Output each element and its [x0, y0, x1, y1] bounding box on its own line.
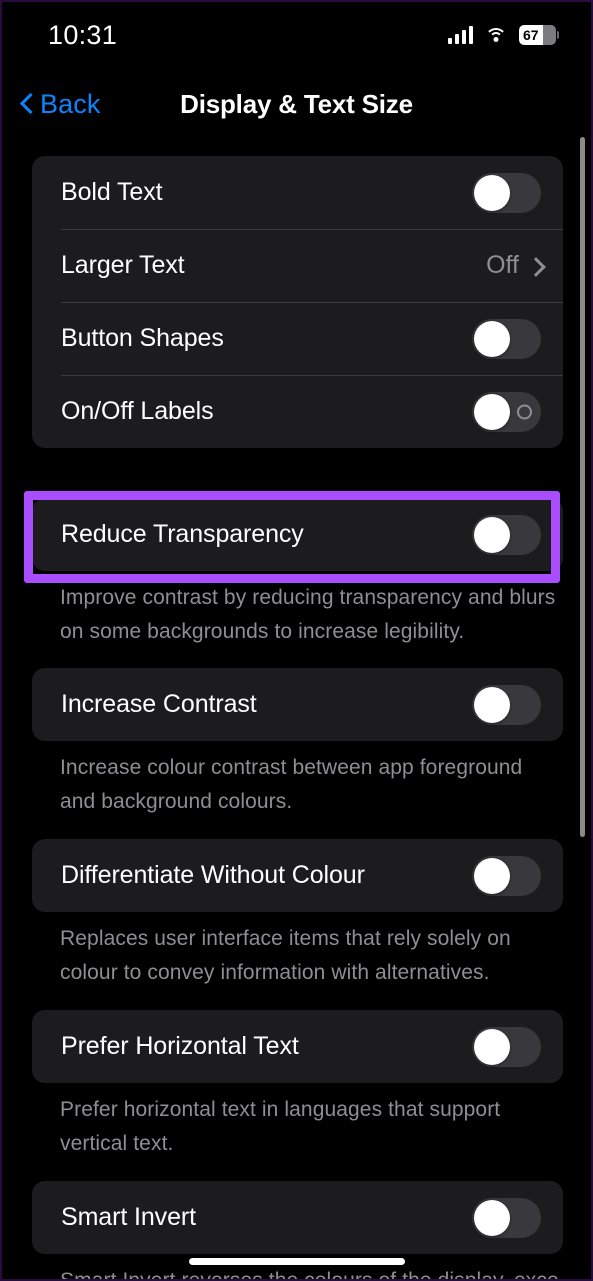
chevron-left-icon	[20, 92, 35, 117]
battery-percent-label: 67	[523, 27, 539, 43]
toggle-bold-text[interactable]	[472, 172, 541, 213]
row-label: On/Off Labels	[61, 397, 214, 425]
row-bold-text[interactable]: Bold Text	[32, 156, 563, 229]
settings-group-increase-contrast: Increase Contrast	[32, 668, 563, 741]
toggle-reduce-transparency[interactable]	[472, 514, 541, 555]
row-label: Bold Text	[61, 178, 163, 206]
footnote-increase-contrast: Increase colour contrast between app for…	[60, 756, 523, 813]
back-button[interactable]: Back	[20, 76, 100, 132]
row-accessory: Off	[486, 251, 541, 280]
row-prefer-horizontal-text[interactable]: Prefer Horizontal Text	[32, 1010, 563, 1083]
row-differentiate-without-colour[interactable]: Differentiate Without Colour	[32, 839, 563, 912]
row-label: Increase Contrast	[61, 690, 257, 718]
settings-group-differentiate-without-colour: Differentiate Without Colour	[32, 839, 563, 912]
status-bar: 10:31 67	[2, 2, 591, 68]
toggle-off-glyph-icon	[517, 404, 532, 419]
toggle-differentiate-without-colour[interactable]	[472, 855, 541, 896]
row-increase-contrast[interactable]: Increase Contrast	[32, 668, 563, 741]
toggle-increase-contrast[interactable]	[472, 684, 541, 725]
status-bar-indicators: 67	[447, 25, 559, 45]
row-button-shapes[interactable]: Button Shapes	[32, 302, 563, 375]
status-bar-clock: 10:31	[48, 19, 118, 50]
row-smart-invert[interactable]: Smart Invert	[32, 1181, 563, 1254]
settings-list[interactable]: Bold Text Larger Text Off Button Shapes …	[2, 132, 591, 1279]
home-indicator[interactable]	[188, 1258, 405, 1265]
settings-group-reduce-transparency: Reduce Transparency	[32, 498, 563, 571]
battery-icon: 67	[519, 25, 559, 45]
toggle-button-shapes[interactable]	[472, 318, 541, 359]
row-label: Larger Text	[61, 251, 185, 279]
footnote-prefer-horizontal-text: Prefer horizontal text in languages that…	[60, 1098, 501, 1155]
row-label: Prefer Horizontal Text	[61, 1032, 299, 1060]
row-label: Reduce Transparency	[61, 520, 304, 548]
row-larger-text[interactable]: Larger Text Off	[32, 229, 563, 302]
row-label: Differentiate Without Colour	[61, 861, 365, 889]
toggle-on-off-labels[interactable]	[472, 391, 541, 432]
row-reduce-transparency[interactable]: Reduce Transparency	[32, 498, 563, 571]
settings-group-smart-invert: Smart Invert	[32, 1181, 563, 1254]
row-label: Button Shapes	[61, 324, 224, 352]
wifi-icon	[485, 27, 507, 44]
row-on-off-labels[interactable]: On/Off Labels	[32, 375, 563, 448]
row-value: Off	[486, 251, 519, 279]
footnote-reduce-transparency: Improve contrast by reducing transparenc…	[60, 586, 556, 643]
row-label: Smart Invert	[61, 1203, 196, 1231]
toggle-smart-invert[interactable]	[472, 1197, 541, 1238]
vertical-scrollbar[interactable]	[580, 137, 585, 837]
back-button-label: Back	[40, 88, 101, 119]
navigation-bar: Display & Text Size Back	[2, 76, 591, 132]
footnote-differentiate-without-colour: Replaces user interface items that rely …	[60, 927, 511, 984]
footnote-smart-invert: Smart Invert reverses the colours of the…	[60, 1269, 560, 1281]
phone-screen: 10:31 67 Display & Text Size Back Bold T…	[0, 0, 593, 1281]
settings-group-text: Bold Text Larger Text Off Button Shapes …	[32, 156, 563, 448]
cellular-signal-icon	[447, 26, 473, 44]
chevron-right-icon	[529, 256, 541, 276]
toggle-prefer-horizontal-text[interactable]	[472, 1026, 541, 1067]
settings-group-prefer-horizontal-text: Prefer Horizontal Text	[32, 1010, 563, 1083]
